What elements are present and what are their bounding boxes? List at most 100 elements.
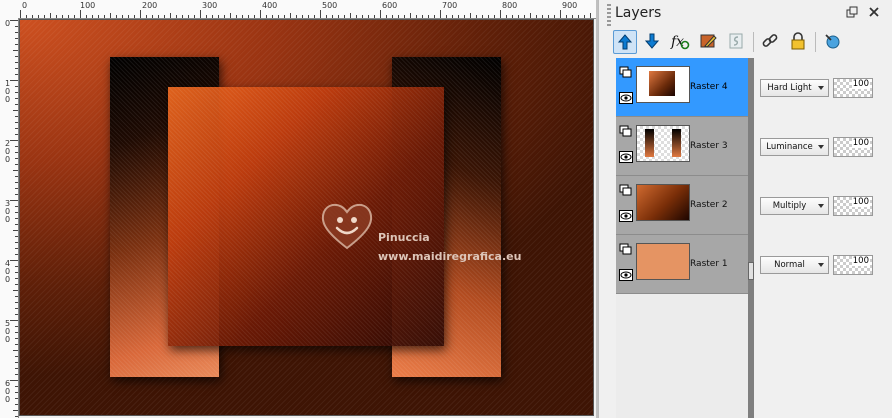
layer-group-icon[interactable] [619,184,633,196]
image-canvas[interactable]: Pinuccia www.maidiregrafica.eu [19,19,594,416]
edit-layer-icon[interactable] [697,30,719,52]
ruler-tick [15,278,18,279]
ruler-tick [10,260,18,261]
opacity-field[interactable]: 100 [833,137,873,157]
ruler-tick [10,80,18,81]
ruler-tick [15,392,18,393]
layer-list: Raster 4 Raster 3 Raster 2 Raster 1 [616,58,748,294]
layer-row-raster-3[interactable]: Raster 3 [616,117,748,176]
ruler-tick [314,15,315,18]
ruler-tick [362,15,363,18]
blend-mode-select[interactable]: Multiply [760,197,829,215]
ruler-tick [170,13,171,18]
ruler-tick [15,284,18,285]
ruler-tick [13,50,18,51]
ruler-tick [86,15,87,18]
ruler-tick [464,15,465,18]
blend-mode-select[interactable]: Hard Light [760,79,829,97]
opacity-field[interactable]: 100 [833,78,873,98]
ruler-tick [230,13,231,18]
ruler-tick [56,15,57,18]
visibility-eye-icon[interactable] [619,151,633,163]
image-workspace[interactable]: 0 100 200 300 400 500 600 700 800 900 0 100 200 300 4… [0,0,598,418]
opacity-field[interactable]: 100 [833,196,873,216]
ruler-tick [15,296,18,297]
ruler-tick [15,158,18,159]
watermark-name: Pinuccia [378,231,430,244]
ruler-tick [404,15,405,18]
ruler-tick [13,170,18,171]
ruler-tick [176,15,177,18]
move-layer-down-icon[interactable] [641,30,663,52]
visibility-eye-icon[interactable] [619,210,633,222]
layers-palette: Layers fx Raster 4 Raster 3 Raster 2 Ras… [598,0,892,418]
ruler-tick [15,134,18,135]
ruler-tick [15,128,18,129]
visibility-eye-icon[interactable] [619,92,633,104]
ruler-tick [80,10,81,18]
visibility-eye-icon[interactable] [619,269,633,281]
layer-group-icon[interactable] [619,125,633,137]
ruler-tick [296,15,297,18]
blend-mode-select[interactable]: Luminance [760,138,829,156]
ruler-tick [434,15,435,18]
ruler-tick [13,290,18,291]
ruler-tick [254,15,255,18]
ruler-tick [50,13,51,18]
layer-row-raster-2[interactable]: Raster 2 [616,176,748,235]
ruler-tick [326,15,327,18]
layer-row-raster-4[interactable]: Raster 4 [616,58,748,117]
layer-group-icon[interactable] [619,66,633,78]
layer-row-raster-1[interactable]: Raster 1 [616,235,748,294]
ruler-tick [15,116,18,117]
mask-icon[interactable] [725,30,747,52]
overview-icon[interactable] [821,30,843,52]
ruler-tick [566,15,567,18]
blend-mode-value: Hard Light [767,83,812,93]
ruler-tick [15,398,18,399]
ruler-tick [13,110,18,111]
ruler-tick [290,13,291,18]
ruler-tick [10,20,18,21]
ruler-tick [15,332,18,333]
chevron-down-icon [818,263,824,267]
properties-empty-area [754,294,892,418]
ruler-tick [110,13,111,18]
palette-grip[interactable] [607,4,611,26]
move-layer-up-icon[interactable] [613,30,637,54]
ruler-tick [15,56,18,57]
layer-name: Raster 3 [690,141,728,151]
lock-icon[interactable] [787,30,809,52]
ruler-tick [146,15,147,18]
ruler-tick [356,15,357,18]
ruler-tick [512,15,513,18]
ruler-tick [44,15,45,18]
ruler-tick [15,236,18,237]
toolbar-separator [815,32,816,52]
ruler-tick [15,242,18,243]
toolbar-separator [753,32,754,52]
link-icon[interactable] [759,30,781,52]
ruler-tick [15,326,18,327]
ruler-tick [62,15,63,18]
effects-fx-icon[interactable]: fx [669,30,691,52]
ruler-tick [98,15,99,18]
opacity-field[interactable]: 100 [833,255,873,275]
opacity-value: 100 [851,197,870,207]
ruler-tick [548,15,549,18]
vertical-ruler: 0 100 200 300 400 500 600 [0,18,19,418]
layer-group-icon[interactable] [619,243,633,255]
ruler-tick [200,10,201,18]
ruler-tick [194,15,195,18]
ruler-tick [15,182,18,183]
ruler-tick [308,15,309,18]
ruler-tick [218,15,219,18]
pin-icon[interactable] [845,6,859,20]
blend-mode-select[interactable]: Normal [760,256,829,274]
ruler-tick [440,10,441,18]
ruler-tick [578,15,579,18]
ruler-tick [15,26,18,27]
close-icon[interactable] [867,6,881,20]
ruler-label: 200 [142,1,158,10]
ruler-tick [15,374,18,375]
